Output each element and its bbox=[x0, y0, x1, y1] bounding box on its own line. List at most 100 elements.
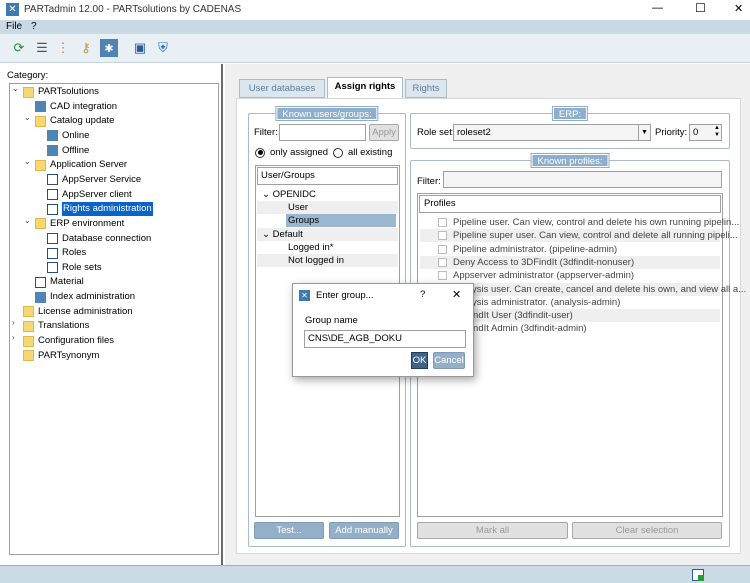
chevron-down-icon[interactable]: ⌄ bbox=[24, 113, 31, 122]
settings-icon[interactable]: ✱ bbox=[100, 39, 118, 57]
save-icon[interactable]: ▣ bbox=[131, 39, 149, 57]
folder-icon bbox=[23, 306, 34, 318]
tree-item[interactable]: Online bbox=[47, 129, 89, 143]
radio-only-assigned[interactable]: only assigned bbox=[255, 147, 328, 158]
user-group-row[interactable]: Groups bbox=[257, 214, 398, 228]
tree-item-label: Roles bbox=[62, 247, 87, 259]
tree-item[interactable]: Role sets bbox=[47, 261, 102, 275]
chevron-down-icon[interactable]: ⌄ bbox=[262, 229, 273, 240]
maximize-button[interactable]: ☐ bbox=[695, 1, 706, 15]
checkbox[interactable] bbox=[438, 231, 447, 241]
folder-icon bbox=[23, 320, 34, 332]
checkbox[interactable] bbox=[438, 271, 447, 281]
category-tree[interactable]: PARTsolutions ⌄ CAD integration Catalog upd… bbox=[9, 83, 219, 555]
menu-bar: File ? bbox=[0, 20, 750, 34]
status-bar bbox=[0, 565, 750, 583]
tree-item[interactable]: Catalog update bbox=[35, 114, 114, 128]
user-group-row[interactable]: User bbox=[257, 201, 398, 215]
tree-item[interactable]: Material bbox=[35, 275, 84, 289]
tree-item[interactable]: Configuration files bbox=[23, 334, 114, 348]
chevron-down-icon[interactable]: ⌄ bbox=[24, 157, 31, 166]
ok-button[interactable]: OK bbox=[411, 352, 428, 369]
apply-button[interactable]: Apply bbox=[369, 124, 399, 141]
group-name-input[interactable]: CNS\DE_AGB_DOKU bbox=[304, 330, 466, 348]
chevron-down-icon[interactable]: ▼ bbox=[638, 125, 650, 140]
tree-item[interactable]: PARTsynonym bbox=[23, 349, 99, 363]
user-group-row[interactable]: ⌄ OPENIDC bbox=[257, 188, 398, 201]
profile-item[interactable]: Pipeline administrator. (pipeline-admin) bbox=[420, 243, 720, 256]
mark-all-button[interactable]: Mark all bbox=[417, 522, 568, 539]
user-group-label: OPENIDC bbox=[272, 189, 316, 200]
radio-all-existing[interactable]: all existing bbox=[333, 147, 392, 158]
dialog-close-button[interactable]: ✕ bbox=[452, 288, 461, 301]
tree-item-label: Role sets bbox=[62, 261, 102, 273]
app-logo-icon: ✕ bbox=[6, 3, 19, 16]
tree-item-label: ERP environment bbox=[50, 217, 125, 229]
tree-item[interactable]: PARTsolutions bbox=[23, 85, 99, 99]
profiles-filter-input[interactable] bbox=[443, 171, 722, 188]
radio-checked-icon bbox=[255, 147, 265, 158]
chevron-right-icon[interactable]: › bbox=[12, 318, 15, 327]
checkbox[interactable] bbox=[438, 257, 447, 267]
user-group-label: Groups bbox=[286, 214, 396, 228]
profile-label: Analysis user. Can create, cancel and de… bbox=[453, 283, 747, 295]
tree-item[interactable]: License administration bbox=[23, 305, 133, 319]
tree-item[interactable]: Translations bbox=[23, 319, 89, 333]
keys-icon[interactable]: ⚷ bbox=[77, 39, 95, 57]
role-set-value: roleset2 bbox=[457, 127, 491, 138]
tree-structure-icon[interactable]: ⋮ bbox=[54, 39, 72, 57]
tab-rights[interactable]: Rights bbox=[405, 79, 447, 98]
shield-icon[interactable]: ⛨ bbox=[154, 39, 172, 57]
tree-item[interactable]: Index administration bbox=[35, 290, 135, 304]
tab-assign-rights[interactable]: Assign rights bbox=[327, 77, 403, 99]
user-group-row[interactable]: Not logged in bbox=[257, 254, 398, 267]
tree-item[interactable]: Application Server bbox=[35, 158, 127, 172]
checkbox[interactable] bbox=[438, 217, 447, 227]
test-button[interactable]: Test... bbox=[254, 522, 324, 539]
tree-item-label: AppServer client bbox=[62, 188, 132, 200]
profile-item[interactable]: Deny Access to 3DFindIt (3dfindit-nonuse… bbox=[420, 255, 720, 269]
radio-only-assigned-label: only assigned bbox=[270, 147, 329, 158]
profile-label: Pipeline super user. Can view, control a… bbox=[453, 230, 738, 242]
help-button[interactable]: ? bbox=[420, 289, 425, 300]
category-label: Category: bbox=[7, 70, 49, 81]
gear-icon bbox=[47, 130, 58, 142]
close-button[interactable]: ✕ bbox=[734, 2, 743, 15]
refresh-icon[interactable]: ⟳ bbox=[10, 39, 28, 57]
page-icon bbox=[47, 203, 58, 215]
add-manually-button[interactable]: Add manually ... bbox=[329, 522, 399, 551]
priority-spinner[interactable]: 0 ▲ ▼ bbox=[689, 124, 722, 141]
users-filter-input[interactable] bbox=[279, 124, 366, 141]
chevron-down-icon[interactable]: ⌄ bbox=[24, 216, 31, 225]
profiles-column-header[interactable]: Profiles bbox=[419, 195, 721, 213]
profile-item[interactable]: Appserver administrator (appserver-admin… bbox=[420, 269, 720, 282]
profile-item[interactable]: Pipeline user. Can view, control and del… bbox=[420, 216, 739, 229]
tree-item[interactable]: AppServer client bbox=[47, 188, 132, 202]
tree-item[interactable]: Offline bbox=[47, 144, 89, 158]
user-group-row[interactable]: Logged in* bbox=[257, 241, 398, 254]
clear-selection-button[interactable]: Clear selection bbox=[572, 522, 722, 539]
menu-file[interactable]: File bbox=[6, 21, 22, 32]
tree-item[interactable]: Roles bbox=[47, 246, 86, 260]
tree-item[interactable]: ERP environment bbox=[35, 217, 124, 231]
tree-item-label: Configuration files bbox=[38, 335, 115, 347]
spinner-arrows-icon[interactable]: ▲ ▼ bbox=[714, 125, 720, 139]
profile-item[interactable]: Pipeline super user. Can view, control a… bbox=[420, 229, 738, 243]
disk-stack-icon[interactable]: ☰ bbox=[33, 39, 51, 57]
tree-item[interactable]: Database connection bbox=[47, 232, 151, 246]
tree-item[interactable]: CAD integration bbox=[35, 100, 117, 114]
chevron-right-icon[interactable]: › bbox=[12, 333, 15, 342]
chevron-down-icon[interactable]: ⌄ bbox=[262, 189, 273, 200]
cancel-button[interactable]: Cancel bbox=[433, 352, 465, 369]
user-group-row[interactable]: ⌄ Default bbox=[257, 227, 398, 241]
checkbox[interactable] bbox=[438, 244, 447, 254]
menu-help[interactable]: ? bbox=[31, 21, 37, 32]
role-set-select[interactable]: roleset2 ▼ bbox=[453, 124, 651, 141]
tab-user-databases[interactable]: User databases bbox=[239, 79, 325, 98]
user-groups-column-header[interactable]: User/Groups bbox=[257, 167, 398, 185]
minimize-button[interactable]: — bbox=[652, 2, 663, 14]
tree-item[interactable]: Rights administration bbox=[47, 202, 153, 217]
tree-item[interactable]: AppServer Service bbox=[47, 173, 141, 187]
known-users-title: Known users/groups: bbox=[275, 106, 379, 121]
chevron-down-icon[interactable]: ⌄ bbox=[12, 84, 19, 93]
